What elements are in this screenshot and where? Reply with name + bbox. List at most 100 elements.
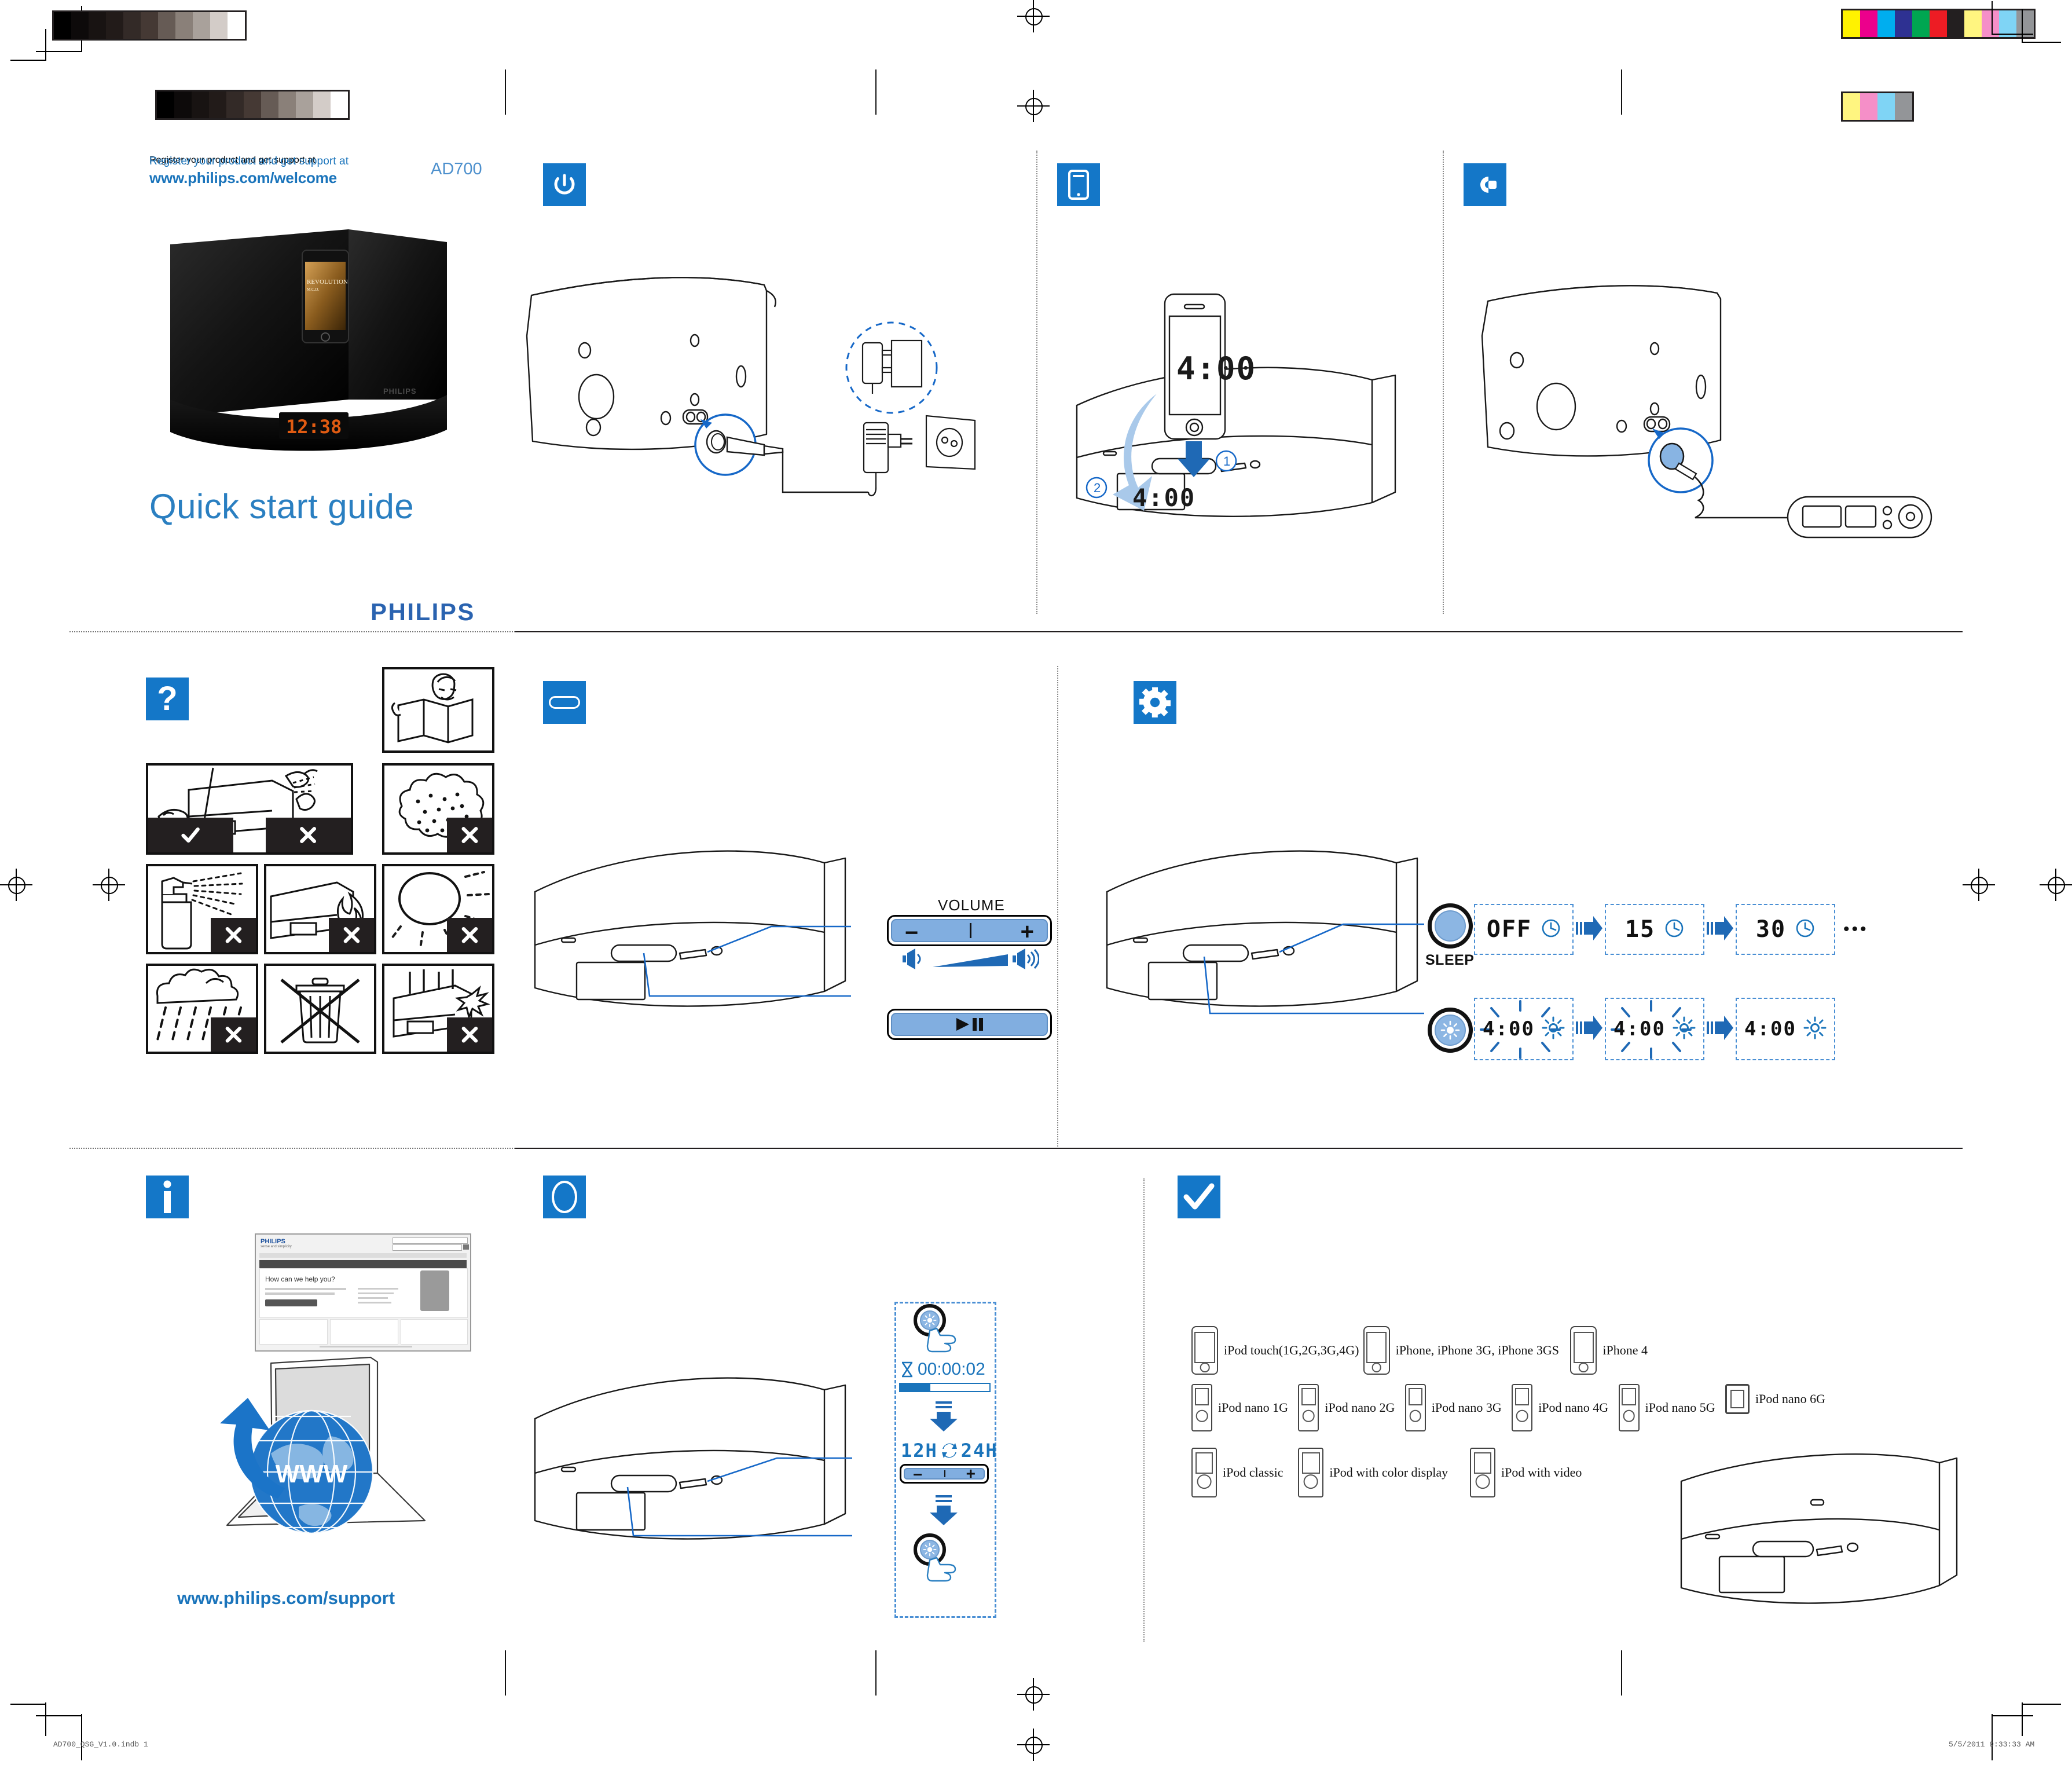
safety-icon-no-liquid-spray	[146, 864, 258, 954]
device-thumb-ipod-nano	[1512, 1384, 1533, 1431]
device-thumb-ipod-classic	[1470, 1448, 1495, 1497]
sleep-more-ellipsis: •••	[1843, 920, 1869, 939]
sleep-step-value: 15	[1624, 916, 1656, 943]
question-icon: ?	[146, 678, 189, 720]
device-thumb-ipod-nano	[1618, 1384, 1640, 1431]
svg-text:M.C.D.: M.C.D.	[307, 287, 319, 292]
compatibility-item: iPod touch(1G,2G,3G,4G)	[1191, 1326, 1359, 1375]
safety-icon-no-direct-sunlight	[382, 864, 494, 954]
cross-badge	[446, 818, 492, 852]
sleep-button[interactable]	[1428, 903, 1473, 949]
hold-duration-row: 00:00:02	[901, 1360, 985, 1379]
divider-vertical-1	[1036, 151, 1037, 614]
safety-icon-man-reading-manual	[382, 667, 494, 753]
compatibility-item: iPod nano 2G	[1298, 1384, 1395, 1431]
compatibility-item: iPod classic	[1191, 1448, 1283, 1497]
grayscale-bar-top	[52, 10, 247, 41]
color-swatch	[1895, 93, 1912, 120]
laptop-globe-illustration: WWW	[185, 1349, 434, 1563]
crosshair-top-2	[1017, 90, 1050, 122]
trim-tick-d	[505, 1650, 506, 1696]
down-arrow-2	[929, 1495, 959, 1529]
color-swatch	[278, 91, 296, 118]
sleep-step: 15	[1605, 904, 1704, 955]
clock-unit-illustration	[528, 1274, 852, 1633]
brightness-step-sequence: 4:00 4:00 4:00	[1474, 997, 1835, 1061]
site-tagline: sense and simplicity	[261, 1245, 292, 1248]
compatibility-item: iPhone 4	[1570, 1326, 1648, 1375]
volume-button[interactable]: − +	[887, 915, 1052, 946]
clock-icon	[1542, 919, 1560, 937]
grayscale-bar-second	[155, 90, 350, 120]
color-swatch	[210, 12, 228, 39]
toggle-arrows-icon	[941, 1443, 957, 1458]
dock-illustration: 4:00 4:00 1 2	[1071, 261, 1442, 585]
color-swatch	[1860, 10, 1877, 37]
safety-icon-no-rain	[146, 964, 258, 1054]
color-swatch	[1895, 10, 1912, 37]
device-thumb-iphone	[1191, 1326, 1218, 1375]
crosshair-left-1	[0, 869, 32, 901]
color-swatch	[175, 12, 193, 39]
brightness-step: 4:00	[1474, 998, 1574, 1060]
color-swatch	[261, 91, 278, 118]
color-swatch	[226, 91, 244, 118]
sleep-step-sequence: OFF 15 30 •••	[1474, 903, 1869, 955]
svg-text:PHILIPS: PHILIPS	[383, 387, 417, 396]
brightness-step-value: 4:00	[1613, 1017, 1666, 1041]
site-brand: PHILIPS	[261, 1238, 285, 1245]
compatibility-item: iPod nano 1G	[1191, 1384, 1288, 1431]
hour-format-row: 12H 24H	[901, 1440, 998, 1462]
clock-icon	[1665, 919, 1684, 937]
info-icon	[146, 1176, 189, 1218]
register-url[interactable]: www.philips.com/welcome	[149, 169, 337, 187]
compatibility-label: iPod classic	[1223, 1465, 1283, 1480]
cross-badge	[266, 818, 351, 852]
sleep-step-value: 30	[1755, 916, 1787, 943]
cross-badge	[446, 1017, 492, 1052]
safety-icon-no-lightning	[382, 964, 494, 1054]
color-swatch	[244, 91, 261, 118]
cross-badge	[446, 917, 492, 952]
color-swatch	[1877, 10, 1895, 37]
color-swatch	[313, 91, 331, 118]
color-swatch	[71, 12, 89, 39]
color-swatch	[1912, 10, 1930, 37]
button-bar-icon	[543, 681, 586, 724]
circle-icon	[543, 1176, 586, 1218]
sun-icon	[1803, 1016, 1827, 1039]
safety-icon-no-fire	[264, 864, 376, 954]
device-thumb-iphone	[1570, 1326, 1597, 1375]
color-swatch	[1930, 10, 1947, 37]
color-swatch	[1947, 10, 1964, 37]
compatibility-label: iPod touch(1G,2G,3G,4G)	[1224, 1343, 1359, 1357]
volume-label: VOLUME	[938, 896, 1005, 914]
power-icon	[543, 163, 586, 206]
divider-solid-2	[515, 1148, 1963, 1149]
trim-tick-c	[1621, 69, 1622, 115]
color-bar-second	[1841, 91, 1914, 122]
play-pause-button[interactable]	[887, 1009, 1052, 1040]
divider-vertical-4	[1143, 1178, 1145, 1642]
compatibility-item: iPod with color display	[1298, 1448, 1448, 1497]
compatibility-item: iPod with video	[1470, 1448, 1582, 1497]
safety-icon-do-not-throw-in-trash	[264, 964, 376, 1054]
support-website-screenshot: PHILIPS sense and simplicity How can we …	[255, 1233, 471, 1352]
compatibility-label: iPod nano 2G	[1325, 1400, 1395, 1415]
hold-progress-bar	[899, 1383, 991, 1392]
compatibility-label: iPod with color display	[1329, 1465, 1448, 1480]
volume-minus-label: −	[905, 920, 919, 946]
sleep-label: SLEEP	[1425, 952, 1475, 968]
brightness-button[interactable]	[1428, 1008, 1473, 1053]
svg-text:12:38: 12:38	[286, 416, 342, 438]
hold-duration: 00:00:02	[918, 1360, 985, 1379]
sleep-step-value: OFF	[1486, 916, 1532, 943]
page-title: Quick start guide	[149, 487, 415, 526]
divider-vertical-2	[1443, 151, 1444, 614]
brightness-icon	[1440, 1020, 1460, 1040]
svg-text:REVOLUTION: REVOLUTION	[307, 279, 348, 285]
color-swatch	[209, 91, 226, 118]
clock-adjust-button[interactable]: − +	[900, 1464, 989, 1484]
support-url[interactable]: www.philips.com/support	[177, 1588, 395, 1609]
color-swatch	[123, 12, 141, 39]
